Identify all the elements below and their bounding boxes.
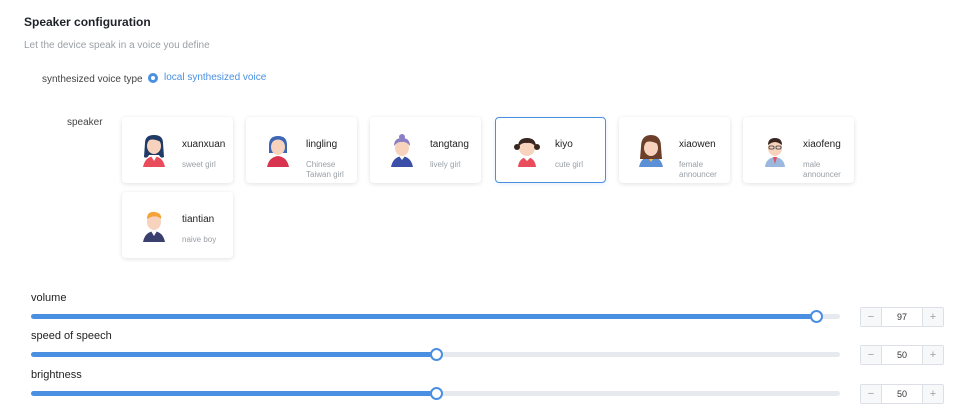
speaker-card-tangtang[interactable]: tangtang lively girl — [370, 117, 481, 183]
speaker-desc: Chinese Taiwan girl — [306, 160, 344, 179]
volume-slider-fill — [31, 314, 816, 319]
girl-avatar-icon — [391, 134, 413, 167]
speed-stepper[interactable]: − 50 + — [860, 345, 944, 365]
girl-avatar-icon — [514, 138, 540, 167]
girl-avatar-icon — [143, 135, 165, 167]
voice-type-radio[interactable] — [148, 73, 158, 83]
speaker-name: tiantian — [182, 214, 215, 225]
speed-slider[interactable] — [31, 348, 840, 361]
speaker-card-xuanxuan[interactable]: xuanxuan sweet girl — [122, 117, 233, 183]
speaker-card-tiantian[interactable]: tiantian naive boy — [122, 192, 233, 258]
speaker-desc: cute girl — [555, 160, 584, 169]
speaker-desc: naive boy — [182, 235, 217, 244]
speaker-label: speaker — [67, 117, 103, 128]
volume-slider-thumb[interactable] — [810, 310, 823, 323]
speed-decrement-button[interactable]: − — [861, 346, 882, 364]
man-avatar-icon — [765, 138, 785, 167]
speaker-name: lingling — [306, 139, 338, 150]
speaker-card-xiaofeng[interactable]: xiaofeng male announcer — [743, 117, 854, 183]
speaker-desc: lively girl — [430, 160, 461, 169]
brightness-decrement-button[interactable]: − — [861, 385, 882, 403]
speed-increment-button[interactable]: + — [922, 346, 943, 364]
brightness-increment-button[interactable]: + — [922, 385, 943, 403]
speed-value[interactable]: 50 — [882, 346, 922, 364]
brightness-slider-thumb[interactable] — [430, 387, 443, 400]
volume-value[interactable]: 97 — [882, 308, 922, 326]
brightness-label: brightness — [31, 369, 82, 381]
volume-increment-button[interactable]: + — [922, 308, 943, 326]
speaker-desc: male announcer — [803, 160, 841, 179]
page-subtitle: Let the device speak in a voice you defi… — [24, 40, 210, 51]
speed-slider-fill — [31, 352, 436, 357]
speaker-card-xiaowen[interactable]: xiaowen female announcer — [619, 117, 730, 183]
boy-avatar-icon — [143, 211, 165, 242]
brightness-slider-fill — [31, 391, 436, 396]
speaker-name: tangtang — [430, 139, 469, 150]
voice-type-label: synthesized voice type — [42, 74, 143, 85]
brightness-stepper[interactable]: − 50 + — [860, 384, 944, 404]
voice-type-option[interactable]: local synthesized voice — [164, 72, 266, 83]
speaker-card-lingling[interactable]: lingling Chinese Taiwan girl — [246, 117, 357, 183]
woman-avatar-icon — [639, 135, 663, 167]
page-title: Speaker configuration — [24, 15, 151, 29]
speaker-desc: female announcer — [679, 160, 717, 179]
brightness-value[interactable]: 50 — [882, 385, 922, 403]
girl-avatar-icon — [267, 136, 289, 167]
brightness-slider[interactable] — [31, 387, 840, 400]
speaker-name: xuanxuan — [182, 139, 226, 150]
speed-slider-thumb[interactable] — [430, 348, 443, 361]
volume-label: volume — [31, 292, 67, 304]
speaker-name: xiaofeng — [803, 139, 841, 150]
speaker-name: xiaowen — [679, 139, 716, 150]
volume-stepper[interactable]: − 97 + — [860, 307, 944, 327]
speaker-desc: sweet girl — [182, 160, 216, 169]
speaker-card-kiyo[interactable]: kiyo cute girl — [495, 117, 606, 183]
volume-decrement-button[interactable]: − — [861, 308, 882, 326]
speaker-name: kiyo — [555, 139, 573, 150]
volume-slider[interactable] — [31, 310, 840, 323]
speed-label: speed of speech — [31, 330, 112, 342]
